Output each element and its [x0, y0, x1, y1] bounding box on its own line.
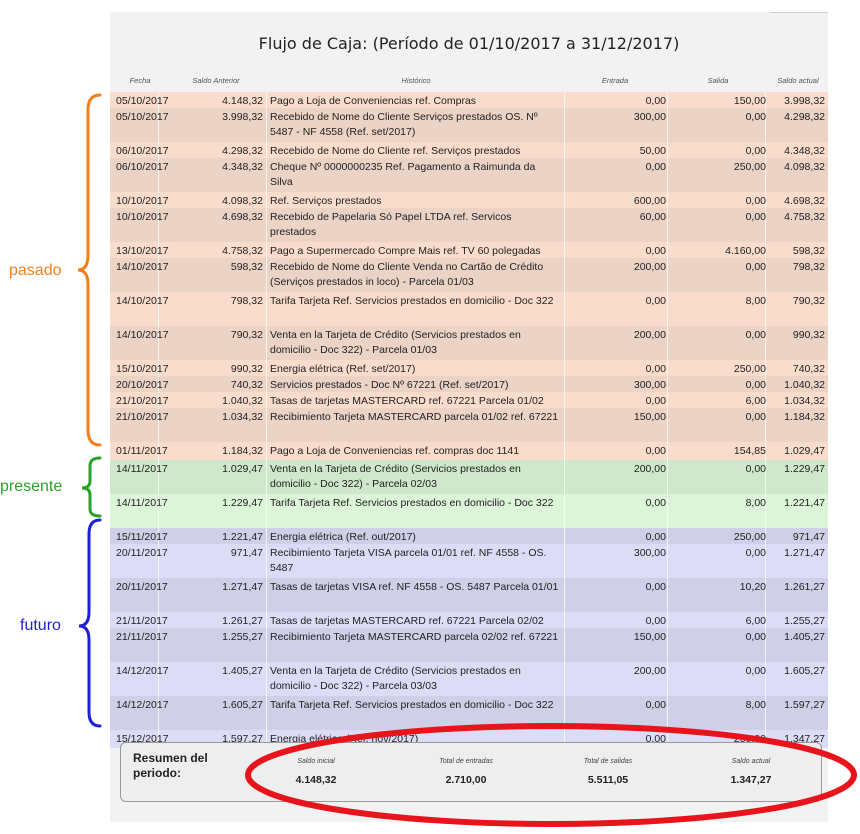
summary-caption-total-salidas: Total de salidas [583, 758, 633, 765]
group-label-futuro: futuro [20, 617, 61, 634]
summary-caption-total-entradas: Total de entradas [439, 758, 493, 765]
summary-caption-saldo-inicial: Saldo inicial [297, 758, 335, 765]
summary-label: Resumen del periodo: [133, 751, 208, 780]
brace-futuro-icon [78, 518, 102, 728]
period-summary: Resumen del periodo: Saldo inicial 4.148… [120, 742, 822, 802]
group-braces [77, 93, 102, 728]
group-label-pasado: pasado [9, 262, 62, 279]
summary-value-total-entradas: 2.710,00 [445, 774, 487, 786]
summary-caption-saldo-actual: Saldo actual [731, 758, 771, 765]
summary-value-total-salidas: 5.511,05 [587, 774, 629, 786]
group-label-presente: presente [0, 478, 63, 495]
summary-value-saldo-inicial: 4.148,32 [295, 774, 337, 786]
brace-presente-icon [81, 456, 102, 518]
brace-pasado-icon [77, 93, 102, 447]
summary-value-saldo-actual: 1.347,27 [730, 774, 772, 786]
